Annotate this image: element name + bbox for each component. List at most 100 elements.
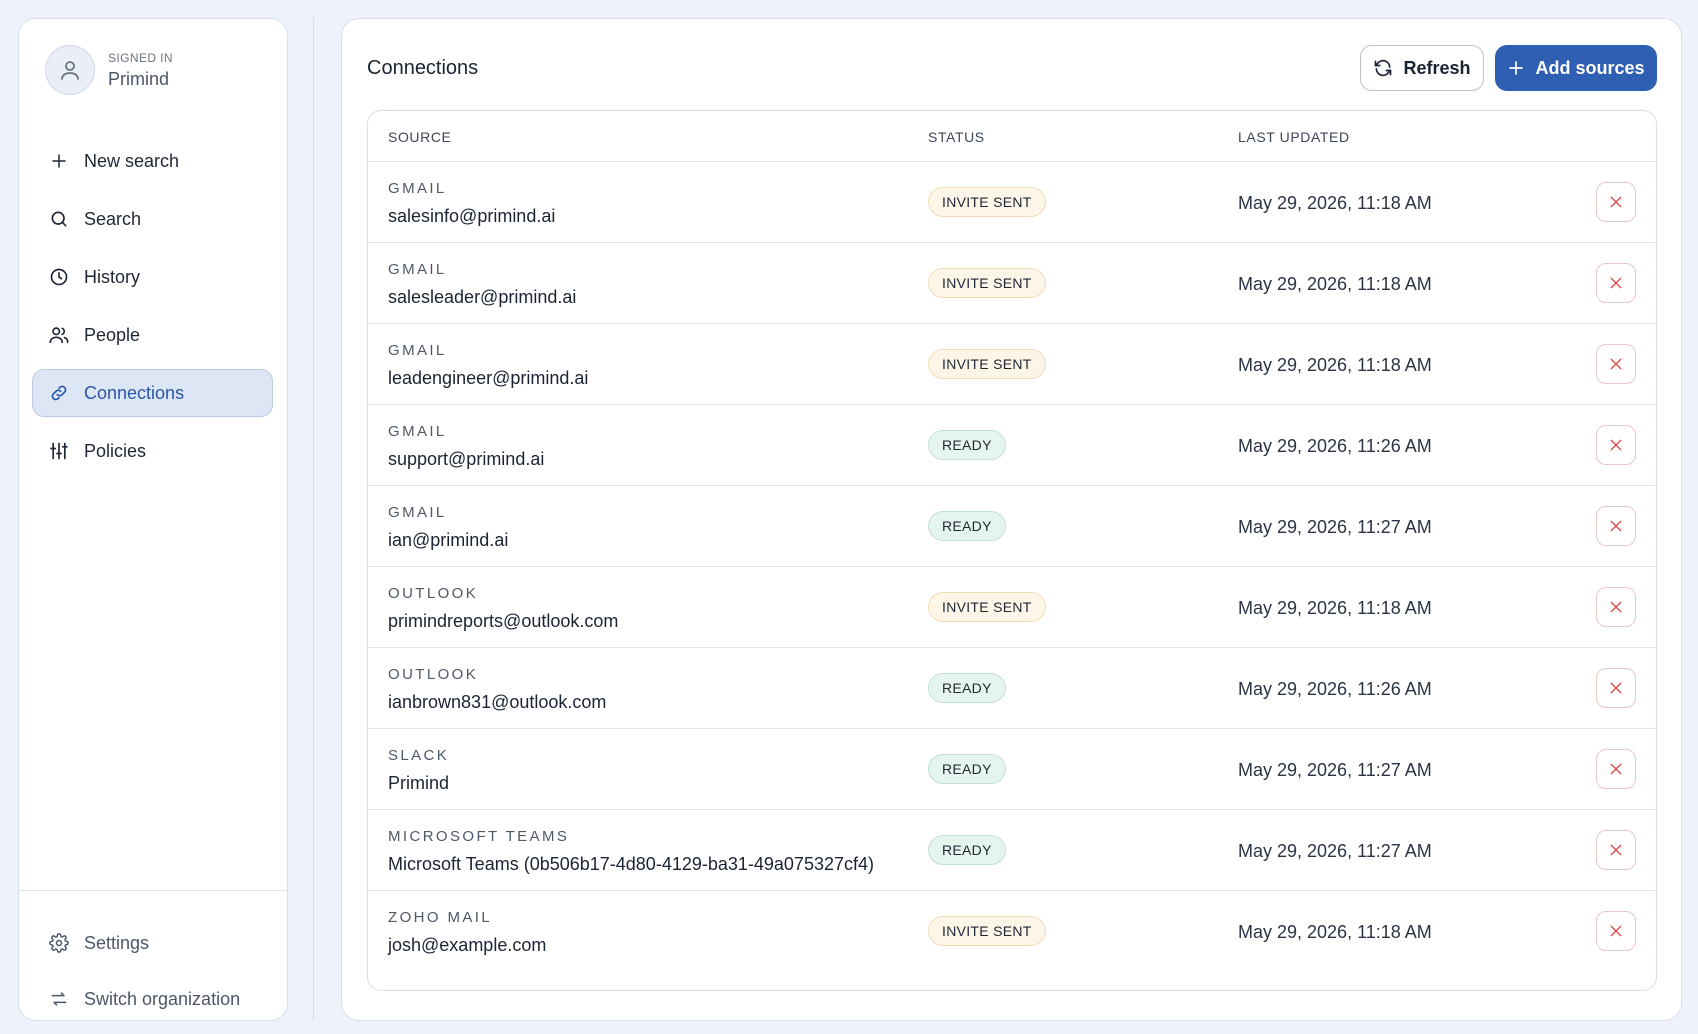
header-source: SOURCE — [388, 129, 452, 145]
switch-icon — [48, 988, 70, 1010]
nav-label: Search — [84, 208, 142, 229]
link-icon — [48, 382, 70, 404]
status-badge: INVITE SENT — [928, 268, 1046, 298]
nav-label: Settings — [84, 932, 150, 953]
nav-item-settings[interactable]: Settings — [32, 919, 273, 967]
signed-in-label: SIGNED IN — [108, 50, 173, 65]
bottom-nav: Settings Switch organization — [32, 919, 273, 1031]
user-info: SIGNED IN Primind — [45, 45, 173, 95]
last-updated: May 29, 2026, 11:26 AM — [1238, 436, 1432, 456]
clock-icon — [48, 266, 70, 288]
close-icon — [1610, 925, 1622, 937]
table-row: MICROSOFT TEAMS Microsoft Teams (0b506b17… — [368, 810, 1656, 891]
user-name: Primind — [108, 68, 170, 89]
nav-label: Connections — [84, 382, 185, 403]
last-updated: May 29, 2026, 11:18 AM — [1238, 598, 1432, 618]
vertical-divider — [313, 18, 314, 1021]
close-icon — [1610, 196, 1622, 208]
source-name: Microsoft Teams (0b506b17-4d80-4129-ba31… — [388, 854, 874, 874]
sidebar-divider — [19, 890, 287, 891]
table-row: ZOHO MAIL josh@example.com INVITE SENT May … — [368, 891, 1656, 972]
table-row: GMAIL support@primind.ai READY May 29, 2026… — [368, 405, 1656, 486]
source-name: josh@example.com — [388, 935, 547, 955]
add-sources-button[interactable]: Add sources — [1495, 45, 1657, 91]
source-type: OUTLOOK — [388, 585, 479, 602]
table-row: GMAIL salesinfo@primind.ai INVITE SENT May … — [368, 162, 1656, 243]
source-type: ZOHO MAIL — [388, 909, 493, 926]
remove-connection-button[interactable] — [1596, 263, 1636, 303]
last-updated: May 29, 2026, 11:27 AM — [1238, 517, 1432, 537]
status-badge: INVITE SENT — [928, 187, 1046, 217]
nav-label: History — [84, 266, 141, 287]
remove-connection-button[interactable] — [1596, 587, 1636, 627]
remove-connection-button[interactable] — [1596, 911, 1636, 951]
source-name: Primind — [388, 773, 450, 793]
last-updated: May 29, 2026, 11:27 AM — [1238, 841, 1432, 861]
nav-item-history[interactable]: History — [32, 253, 273, 301]
header-last-updated: LAST UPDATED — [1238, 129, 1350, 145]
last-updated: May 29, 2026, 11:18 AM — [1238, 193, 1432, 213]
sliders-icon — [48, 440, 70, 462]
refresh-icon — [1373, 58, 1393, 78]
table-row: GMAIL leadengineer@primind.ai INVITE SENT M… — [368, 324, 1656, 405]
close-icon — [1610, 763, 1622, 775]
nav-item-switch-organization[interactable]: Switch organization — [32, 975, 273, 1023]
nav-item-new-search[interactable]: New search — [32, 137, 273, 185]
table-row: OUTLOOK ianbrown831@outlook.com READY May 2… — [368, 648, 1656, 729]
nav-label: Switch organization — [84, 988, 241, 1009]
close-icon — [1610, 277, 1622, 289]
people-icon — [48, 324, 70, 346]
source-name: primindreports@outlook.com — [388, 611, 619, 631]
nav-label: People — [84, 324, 141, 345]
refresh-label: Refresh — [1403, 57, 1471, 78]
nav-item-connections[interactable]: Connections — [32, 369, 273, 417]
source-type: GMAIL — [388, 261, 447, 278]
remove-connection-button[interactable] — [1596, 182, 1636, 222]
nav-item-people[interactable]: People — [32, 311, 273, 359]
remove-connection-button[interactable] — [1596, 344, 1636, 384]
source-name: salesleader@primind.ai — [388, 287, 577, 307]
source-name: leadengineer@primind.ai — [388, 368, 589, 388]
connections-table: SOURCE STATUS LAST UPDATED GMAIL salesinf… — [367, 110, 1657, 991]
table-header: SOURCE STATUS LAST UPDATED — [368, 111, 1656, 162]
close-icon — [1610, 682, 1622, 694]
remove-connection-button[interactable] — [1596, 668, 1636, 708]
avatar — [45, 45, 95, 95]
source-name: salesinfo@primind.ai — [388, 206, 556, 226]
last-updated: May 29, 2026, 11:18 AM — [1238, 355, 1432, 375]
plus-icon — [1507, 59, 1525, 77]
nav-label: New search — [84, 150, 180, 171]
table-row: GMAIL ian@primind.ai READY May 29, 2026, 11… — [368, 486, 1656, 567]
add-sources-label: Add sources — [1535, 57, 1645, 78]
search-icon — [48, 208, 70, 230]
close-icon — [1610, 358, 1622, 370]
status-badge: INVITE SENT — [928, 349, 1046, 379]
refresh-button[interactable]: Refresh — [1360, 45, 1484, 91]
last-updated: May 29, 2026, 11:18 AM — [1238, 922, 1432, 942]
last-updated: May 29, 2026, 11:18 AM — [1238, 274, 1432, 294]
nav-item-search[interactable]: Search — [32, 195, 273, 243]
last-updated: May 29, 2026, 11:26 AM — [1238, 679, 1432, 699]
last-updated: May 29, 2026, 11:27 AM — [1238, 760, 1432, 780]
table-row: OUTLOOK primindreports@outlook.com INVITE … — [368, 567, 1656, 648]
source-type: GMAIL — [388, 342, 447, 359]
source-type: GMAIL — [388, 504, 447, 521]
remove-connection-button[interactable] — [1596, 425, 1636, 465]
status-badge: READY — [928, 511, 1006, 541]
table-row: GMAIL salesleader@primind.ai INVITE SENT Ma… — [368, 243, 1656, 324]
nav-item-policies[interactable]: Policies — [32, 427, 273, 475]
close-icon — [1610, 601, 1622, 613]
source-type: GMAIL — [388, 423, 447, 440]
nav-label: Policies — [84, 440, 147, 461]
close-icon — [1610, 844, 1622, 856]
status-badge: READY — [928, 835, 1006, 865]
sidebar: SIGNED IN Primind New search Search Hist… — [18, 18, 288, 1021]
remove-connection-button[interactable] — [1596, 830, 1636, 870]
table-body: GMAIL salesinfo@primind.ai INVITE SENT May … — [368, 162, 1656, 972]
plus-icon — [48, 150, 70, 172]
remove-connection-button[interactable] — [1596, 749, 1636, 789]
source-type: MICROSOFT TEAMS — [388, 828, 570, 845]
remove-connection-button[interactable] — [1596, 506, 1636, 546]
main-nav: New search Search History People Connect… — [32, 137, 273, 485]
source-type: GMAIL — [388, 180, 447, 197]
